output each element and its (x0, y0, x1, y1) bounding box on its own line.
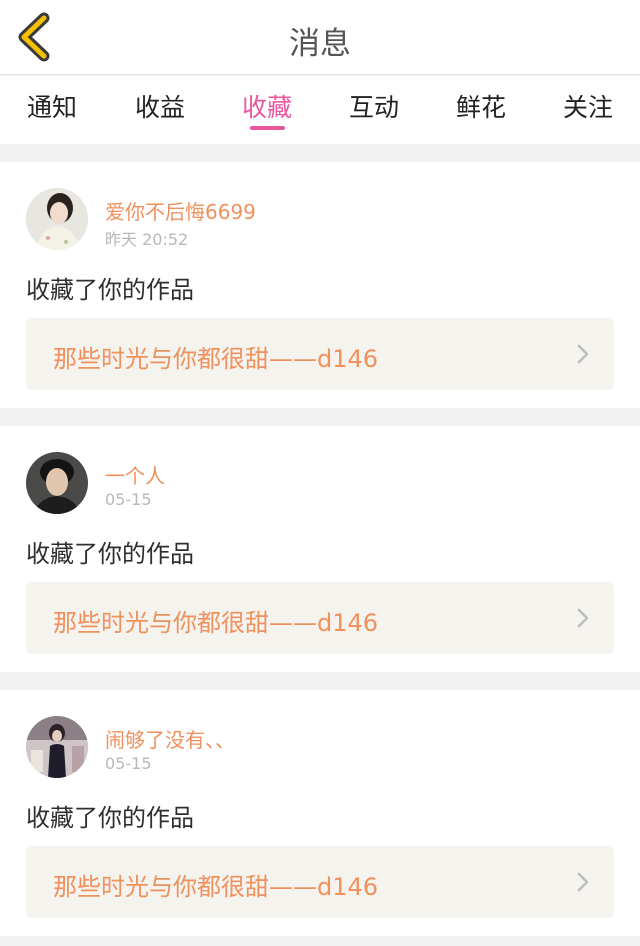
avatar[interactable] (26, 716, 88, 778)
work-title: 那些时光与你都很甜——d146 (53, 873, 379, 901)
action-text: 收藏了你的作品 (26, 276, 194, 304)
avatar[interactable] (26, 452, 88, 514)
chevron-right-icon (577, 344, 589, 364)
top-bar: 消息 (0, 0, 640, 75)
tab-bar: 通知 收益 收藏 互动 鲜花 关注 (0, 76, 640, 144)
username[interactable]: 爱你不后悔6699 (105, 196, 256, 225)
timestamp: 05-15 (105, 754, 152, 773)
work-title: 那些时光与你都很甜——d146 (53, 345, 379, 373)
action-text: 收藏了你的作品 (26, 804, 194, 832)
tab-follows[interactable]: 关注 (538, 88, 638, 124)
tab-flowers[interactable]: 鲜花 (431, 88, 531, 124)
work-title: 那些时光与你都很甜——d146 (53, 609, 379, 637)
username[interactable]: 闹够了没有、、 (105, 724, 235, 753)
timestamp: 05-15 (105, 490, 152, 509)
username[interactable]: 一个人 (105, 460, 165, 489)
list-item: 一个人 05-15 收藏了你的作品 那些时光与你都很甜——d146 (0, 426, 640, 672)
active-tab-indicator (250, 126, 285, 130)
tab-interactions[interactable]: 互动 (324, 88, 424, 124)
chevron-right-icon (577, 608, 589, 628)
list-item: 爱你不后悔6699 昨天 20:52 收藏了你的作品 那些时光与你都很甜——d1… (0, 162, 640, 408)
avatar[interactable] (26, 188, 88, 250)
work-link[interactable]: 那些时光与你都很甜——d146 (26, 582, 614, 654)
tab-earnings[interactable]: 收益 (110, 88, 210, 124)
tab-notifications[interactable]: 通知 (2, 88, 102, 124)
tab-favorites[interactable]: 收藏 (217, 88, 317, 124)
timestamp: 昨天 20:52 (105, 230, 189, 249)
work-link[interactable]: 那些时光与你都很甜——d146 (26, 318, 614, 390)
page-title: 消息 (289, 26, 351, 62)
chevron-right-icon (577, 872, 589, 892)
work-link[interactable]: 那些时光与你都很甜——d146 (26, 846, 614, 918)
action-text: 收藏了你的作品 (26, 540, 194, 568)
list-item: 闹够了没有、、 05-15 收藏了你的作品 那些时光与你都很甜——d146 (0, 690, 640, 936)
